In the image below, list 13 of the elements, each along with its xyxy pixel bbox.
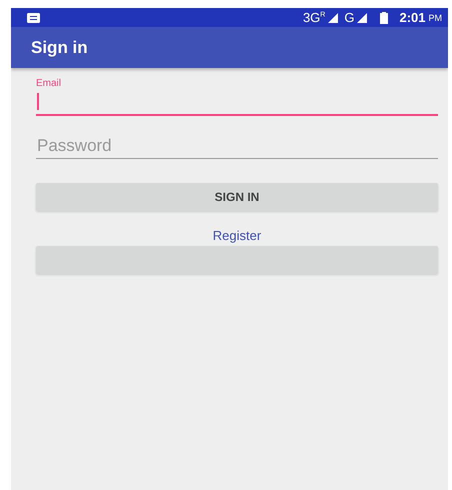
signal-icon: [357, 12, 368, 22]
network-type: G: [344, 10, 354, 25]
password-field[interactable]: Password: [36, 134, 438, 159]
clock-time: 2:01: [399, 10, 426, 25]
app-title: Sign in: [31, 38, 88, 58]
signal-icon: [328, 12, 338, 22]
battery-icon: [380, 12, 388, 24]
notification-icon: [27, 12, 40, 22]
register-link[interactable]: Register: [212, 228, 262, 243]
network-type: 3G$^{R}$: [302, 10, 326, 25]
sign-in-button[interactable]: SIGN IN: [36, 183, 438, 211]
clock-period: PM: [428, 12, 442, 22]
email-label: Email: [36, 78, 62, 89]
